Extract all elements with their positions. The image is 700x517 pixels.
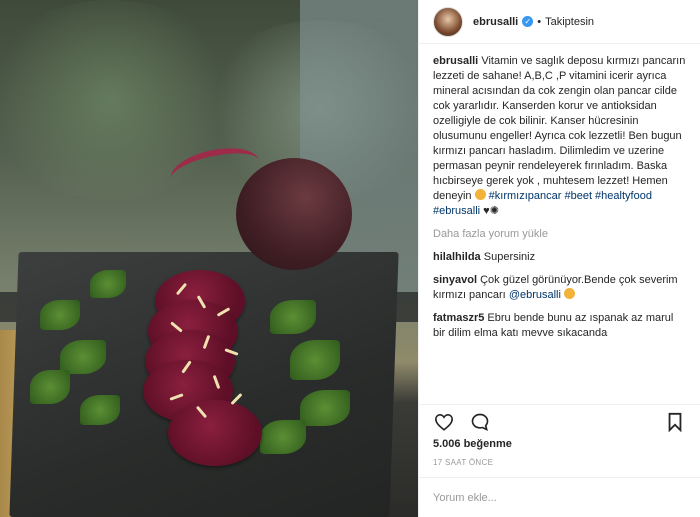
verified-badge-icon: ✓ bbox=[522, 16, 534, 27]
separator-dot: • bbox=[537, 15, 542, 28]
beet-slice bbox=[168, 400, 262, 466]
caption-text: Vitamin ve saglık deposu kırmızı pancarı… bbox=[433, 55, 686, 202]
add-comment-bar bbox=[419, 477, 700, 517]
comment-username[interactable]: fatmaszr5 bbox=[433, 312, 484, 324]
comment-mention[interactable]: @ebrusalli bbox=[509, 289, 561, 301]
parsley-leaf bbox=[60, 340, 106, 374]
parsley-leaf bbox=[260, 420, 306, 454]
whole-beet bbox=[236, 158, 352, 270]
caption-hashtags[interactable]: #kırmızıpancar #beet #healtyfood bbox=[489, 190, 652, 202]
caption-username[interactable]: ebrusalli bbox=[433, 55, 478, 67]
parsley-leaf bbox=[290, 340, 340, 380]
comment-item: hilalhilda Supersiniz bbox=[433, 250, 686, 265]
post-side-panel: ebrusalli ✓ • Takiptesin ebrusalli Vitam… bbox=[418, 0, 700, 517]
follow-status-button[interactable]: Takiptesin bbox=[545, 16, 594, 28]
comment-bubble-icon[interactable] bbox=[469, 411, 491, 433]
parsley-leaf bbox=[90, 270, 126, 298]
parsley-leaf bbox=[80, 395, 120, 425]
parsley-leaf bbox=[40, 300, 80, 330]
likes-count[interactable]: 5.006 beğenme bbox=[419, 438, 700, 456]
comment-item: sinyavol Çok güzel görünüyor.Bende çok s… bbox=[433, 273, 686, 303]
parsley-leaf bbox=[30, 370, 70, 404]
parsley-leaf bbox=[300, 390, 350, 426]
smile-emoji-icon bbox=[564, 288, 576, 299]
post-photo[interactable] bbox=[0, 0, 418, 517]
action-bar bbox=[419, 404, 700, 438]
avatar[interactable] bbox=[433, 6, 463, 37]
comment-text: Supersiniz bbox=[483, 251, 536, 263]
heart-icon[interactable] bbox=[433, 411, 455, 433]
post-timestamp: 17 SAAT ÖNCE bbox=[433, 458, 494, 467]
heart-eyes-emoji-icon bbox=[474, 189, 486, 200]
comment-input[interactable] bbox=[433, 491, 686, 504]
comments-section: ebrusalli Vitamin ve saglık deposu kırmı… bbox=[419, 44, 700, 404]
header-username[interactable]: ebrusalli bbox=[473, 16, 518, 28]
instagram-post: ebrusalli ✓ • Takiptesin ebrusalli Vitam… bbox=[0, 0, 700, 517]
heart-emoji-icon: ♥✺ bbox=[483, 205, 499, 217]
comment-username[interactable]: hilalhilda bbox=[433, 251, 481, 263]
bookmark-icon[interactable] bbox=[664, 411, 686, 433]
caption-mention[interactable]: #ebrusalli bbox=[433, 205, 480, 217]
load-more-comments-link[interactable]: Daha fazla yorum yükle bbox=[433, 227, 686, 242]
parsley-leaf bbox=[270, 300, 316, 334]
comment-item: fatmaszr5 Ebru bende bunu az ıspanak az … bbox=[433, 311, 686, 341]
comment-username[interactable]: sinyavol bbox=[433, 274, 477, 286]
caption: ebrusalli Vitamin ve saglık deposu kırmı… bbox=[433, 54, 686, 219]
post-header: ebrusalli ✓ • Takiptesin bbox=[419, 0, 700, 44]
